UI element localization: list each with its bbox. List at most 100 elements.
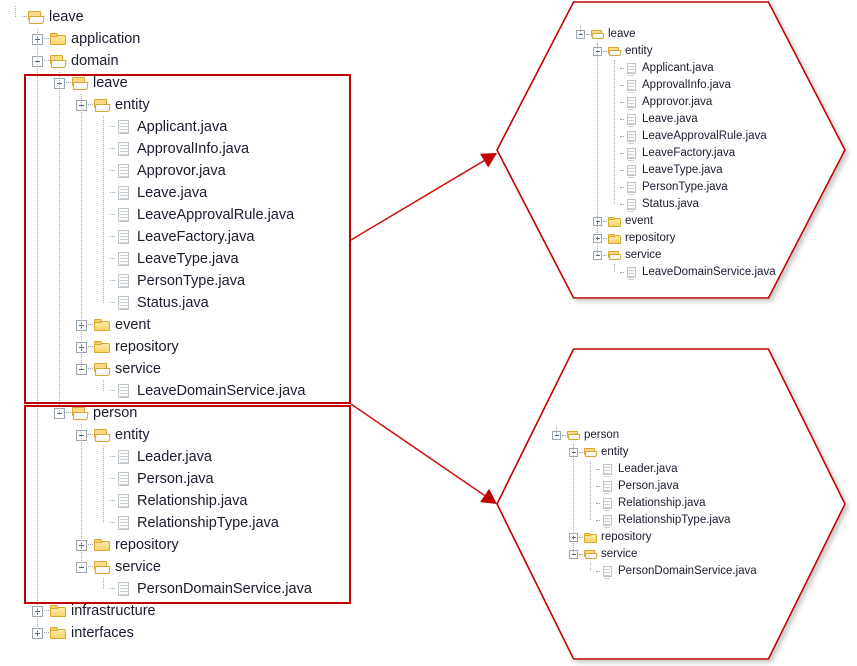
tree-connector-stub bbox=[44, 610, 49, 612]
tree-node[interactable]: Applicant.java bbox=[572, 60, 776, 77]
tree-node[interactable]: leave bbox=[0, 6, 312, 28]
tree-node[interactable]: person bbox=[548, 427, 757, 444]
java-file-icon bbox=[601, 464, 614, 475]
tree-connector-stub bbox=[620, 271, 624, 274]
java-file-icon bbox=[625, 97, 638, 108]
tree-connector-stub bbox=[586, 33, 590, 36]
person-connector-arrowhead bbox=[480, 488, 497, 504]
tree-node[interactable]: leave bbox=[572, 26, 776, 43]
tree-node-label: LeaveApprovalRule.java bbox=[642, 129, 767, 142]
tree-node-label: Person.java bbox=[618, 479, 679, 492]
tree-node[interactable]: event bbox=[572, 213, 776, 230]
tree-node-label: entity bbox=[625, 44, 653, 57]
tree-node[interactable]: LeaveType.java bbox=[572, 162, 776, 179]
java-file-icon bbox=[601, 498, 614, 509]
tree-node[interactable]: repository bbox=[548, 529, 757, 546]
tree-connector-stub bbox=[579, 553, 583, 556]
tree-node[interactable]: ApprovalInfo.java bbox=[572, 77, 776, 94]
tree-node-label: Leave.java bbox=[642, 112, 698, 125]
tree-node-label: Leader.java bbox=[618, 462, 678, 475]
tree-node[interactable]: PersonDomainService.java bbox=[548, 563, 757, 580]
java-file-icon bbox=[625, 148, 638, 159]
tree-node[interactable]: entity bbox=[572, 43, 776, 60]
tree-node-label: ApprovalInfo.java bbox=[642, 78, 731, 91]
tree-connector-stub bbox=[596, 519, 600, 522]
tree-connector-stub bbox=[579, 451, 583, 454]
java-file-icon bbox=[625, 182, 638, 193]
tree-node-label: entity bbox=[601, 445, 629, 458]
tree-node-label: PersonDomainService.java bbox=[618, 564, 757, 577]
tree-connector-stub bbox=[620, 186, 624, 189]
tree-connector-stub bbox=[596, 570, 600, 573]
tree-node-label: Relationship.java bbox=[618, 496, 706, 509]
tree-node[interactable]: repository bbox=[572, 230, 776, 247]
tree-guide-line bbox=[15, 6, 16, 17]
tree-node-label: repository bbox=[625, 231, 676, 244]
tree-guide-line bbox=[614, 264, 615, 272]
tree-node-label: service bbox=[601, 547, 638, 560]
tree-node[interactable]: Person.java bbox=[548, 478, 757, 495]
tree-connector-stub bbox=[620, 135, 624, 138]
tree-node-label: Approvor.java bbox=[642, 95, 713, 108]
tree-node[interactable]: Approvor.java bbox=[572, 94, 776, 111]
person-aggregate-highlight-box bbox=[24, 405, 351, 604]
tree-connector-stub bbox=[603, 237, 607, 240]
tree-connector-stub bbox=[596, 468, 600, 471]
tree-connector-stub bbox=[620, 169, 624, 172]
tree-node[interactable]: Leave.java bbox=[572, 111, 776, 128]
open-folder-icon bbox=[567, 430, 580, 441]
tree-node[interactable]: domain bbox=[0, 50, 312, 72]
person-callout-tree[interactable]: person entity Leader.java Person.java Relati… bbox=[548, 427, 757, 580]
tree-node[interactable]: Status.java bbox=[572, 196, 776, 213]
java-file-icon bbox=[601, 481, 614, 492]
java-file-icon bbox=[625, 165, 638, 176]
tree-node-label: leave bbox=[608, 27, 636, 40]
leave-connector-line bbox=[350, 160, 485, 241]
java-file-icon bbox=[601, 515, 614, 526]
tree-node[interactable]: RelationshipType.java bbox=[548, 512, 757, 529]
open-folder-icon bbox=[591, 29, 604, 40]
open-folder-icon bbox=[608, 46, 621, 57]
tree-connector-stub bbox=[44, 60, 49, 62]
tree-connector-stub bbox=[22, 16, 27, 18]
tree-connector-stub bbox=[620, 152, 624, 155]
tree-node-label: leave bbox=[49, 8, 84, 25]
java-file-icon bbox=[625, 114, 638, 125]
leave-connector-arrowhead bbox=[480, 153, 497, 168]
tree-node[interactable]: entity bbox=[548, 444, 757, 461]
open-folder-icon bbox=[584, 549, 597, 560]
tree-node-label: application bbox=[71, 30, 141, 47]
tree-node[interactable]: service bbox=[572, 247, 776, 264]
java-file-icon bbox=[625, 131, 638, 142]
tree-node[interactable]: LeaveFactory.java bbox=[572, 145, 776, 162]
tree-node-label: service bbox=[625, 248, 662, 261]
closed-folder-icon bbox=[50, 626, 66, 640]
java-file-icon bbox=[601, 566, 614, 577]
tree-node-label: repository bbox=[601, 530, 652, 543]
java-file-icon bbox=[625, 267, 638, 278]
person-connector-line bbox=[350, 403, 486, 497]
tree-connector-stub bbox=[562, 434, 566, 437]
tree-guide-line bbox=[590, 461, 591, 520]
tree-node-label: interfaces bbox=[71, 624, 134, 641]
leave-callout-tree[interactable]: leave entity Applicant.java ApprovalInfo.ja… bbox=[572, 26, 776, 281]
tree-node[interactable]: Relationship.java bbox=[548, 495, 757, 512]
tree-guide-line bbox=[597, 43, 598, 255]
tree-node[interactable]: PersonType.java bbox=[572, 179, 776, 196]
tree-node[interactable]: interfaces bbox=[0, 622, 312, 644]
tree-node[interactable]: service bbox=[548, 546, 757, 563]
tree-node[interactable]: LeaveDomainService.java bbox=[572, 264, 776, 281]
open-folder-icon bbox=[28, 10, 44, 24]
java-file-icon bbox=[625, 80, 638, 91]
open-folder-icon bbox=[584, 447, 597, 458]
tree-node[interactable]: LeaveApprovalRule.java bbox=[572, 128, 776, 145]
tree-connector-stub bbox=[579, 536, 583, 539]
tree-node[interactable]: Leader.java bbox=[548, 461, 757, 478]
tree-connector-stub bbox=[620, 67, 624, 70]
tree-connector-stub bbox=[620, 118, 624, 121]
tree-connector-stub bbox=[620, 84, 624, 87]
tree-node-label: PersonType.java bbox=[642, 180, 728, 193]
tree-connector-stub bbox=[603, 254, 607, 257]
tree-guide-line bbox=[556, 427, 557, 435]
tree-node[interactable]: application bbox=[0, 28, 312, 50]
